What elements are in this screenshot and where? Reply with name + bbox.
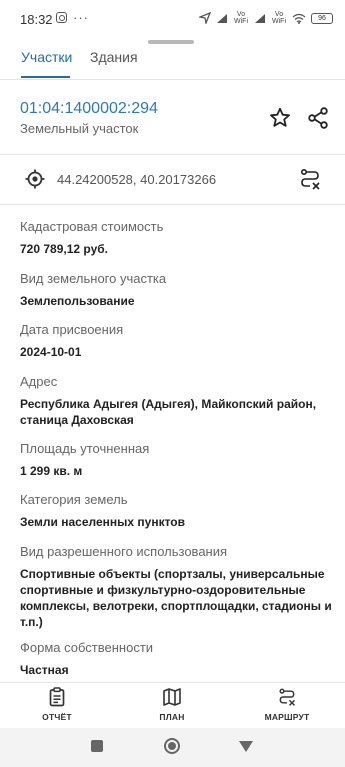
field-label: Кадастровая стоимость (20, 219, 164, 234)
parcel-type: Земельный участок (20, 121, 139, 136)
map-icon (163, 688, 181, 706)
instagram-notification-icon (56, 12, 67, 23)
sheet-drag-handle[interactable] (148, 40, 194, 44)
field-label: Вид земельного участка (20, 271, 167, 286)
field-area: Площадь уточненная 1 299 кв. м (20, 441, 332, 479)
more-notifications-icon: ··· (73, 9, 89, 25)
field-value: 1 299 кв. м (20, 464, 83, 478)
battery-icon: 96 (311, 12, 333, 24)
field-value: Землепользование (20, 294, 135, 308)
status-bar: 18:32 ··· Vo WiFi Vo WiFi 96 (0, 0, 345, 36)
field-value: Республика Адыгея (Адыгея), Майкопский р… (20, 397, 317, 427)
route-clear-icon[interactable] (298, 167, 322, 191)
signal-icon-2 (255, 13, 265, 23)
location-arrow-icon (199, 12, 211, 24)
route-label: МАРШРУТ (264, 712, 310, 722)
field-cadastral-value: Кадастровая стоимость 720 789,12 руб. (20, 219, 332, 257)
field-label: Форма собственности (20, 640, 154, 655)
field-ownership: Форма собственности Частная (20, 640, 332, 678)
field-assignment-date: Дата присвоения 2024-10-01 (20, 322, 332, 360)
signal-icon (217, 13, 227, 23)
field-label: Вид разрешенного использования (20, 544, 228, 559)
divider (0, 154, 345, 155)
back-icon[interactable] (239, 741, 253, 752)
plan-label: ПЛАН (159, 712, 185, 722)
field-value: Частная (20, 663, 69, 677)
field-permitted-use: Вид разрешенного использования Спортивны… (20, 544, 332, 630)
wifi-icon (292, 13, 306, 24)
bottom-navigation: ОТЧЁТ ПЛАН МАРШРУТ (0, 682, 345, 728)
field-address: Адрес Республика Адыгея (Адыгея), Майкоп… (20, 374, 332, 428)
share-icon[interactable] (306, 106, 330, 130)
divider (0, 204, 345, 205)
field-land-category: Категория земель Земли населенных пункто… (20, 492, 332, 530)
field-label: Адрес (20, 374, 58, 389)
report-label: ОТЧЁТ (42, 712, 72, 722)
tab-bar: Участки Здания (0, 46, 345, 80)
cadastral-number[interactable]: 01:04:1400002:294 (20, 100, 158, 118)
report-icon (49, 687, 65, 707)
route-button[interactable]: МАРШРУТ (252, 687, 322, 722)
vowifi-label-1: Vo WiFi (234, 11, 248, 25)
favorite-star-icon[interactable] (268, 106, 292, 130)
tab-buildings[interactable]: Здания (90, 48, 138, 78)
vowifi-label-2: Vo WiFi (272, 11, 286, 25)
field-value: 720 789,12 руб. (20, 242, 108, 256)
field-label: Категория земель (20, 492, 128, 507)
gps-crosshair-icon[interactable] (24, 168, 46, 190)
field-land-type: Вид земельного участка Землепользование (20, 271, 332, 309)
coordinates-value[interactable]: 44.24200528, 40.20173266 (57, 172, 216, 187)
field-label: Площадь уточненная (20, 441, 150, 456)
field-value: Спортивные объекты (спортзалы, универсал… (20, 567, 332, 629)
report-button[interactable]: ОТЧЁТ (22, 687, 92, 722)
route-icon (279, 688, 296, 706)
field-label: Дата присвоения (20, 322, 124, 337)
recent-apps-icon[interactable] (91, 740, 103, 752)
home-icon[interactable] (164, 738, 180, 754)
field-value: 2024-10-01 (20, 345, 82, 359)
tab-parcels[interactable]: Участки (21, 48, 72, 78)
field-value: Земли населенных пунктов (20, 515, 186, 529)
plan-button[interactable]: ПЛАН (137, 687, 207, 722)
system-navigation-bar (0, 728, 345, 767)
status-time: 18:32 (20, 12, 53, 27)
